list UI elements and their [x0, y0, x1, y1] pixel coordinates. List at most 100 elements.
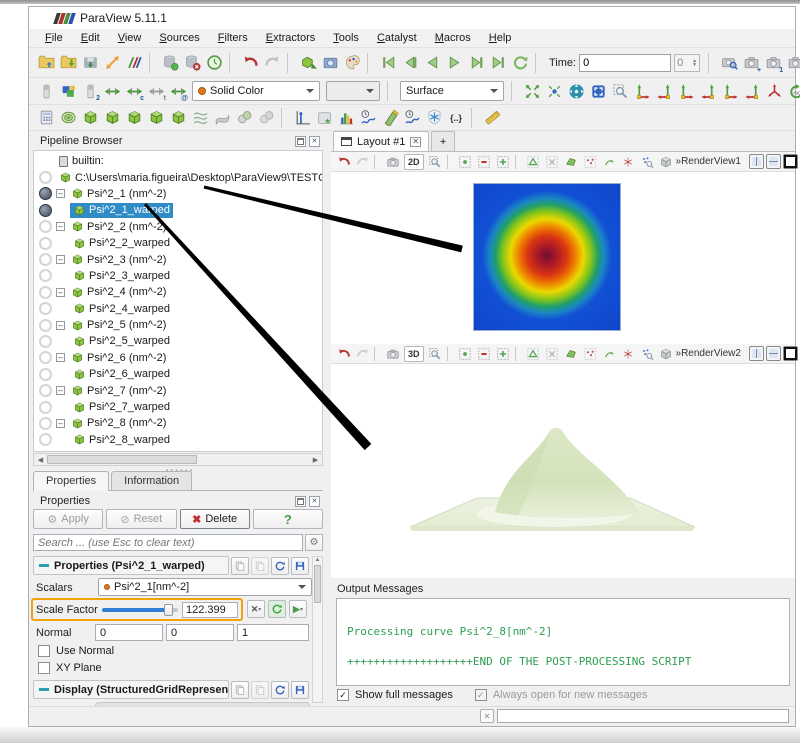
- split-vertical-button[interactable]: [766, 346, 781, 361]
- set-view-plus-z-icon[interactable]: [719, 80, 741, 102]
- grow-selection-icon[interactable]: [657, 153, 676, 171]
- rescale-to-visible-range-icon[interactable]: t: [145, 80, 167, 102]
- pipeline-item[interactable]: –Psi^2_6 (nm^-2): [34, 350, 322, 366]
- pipeline-item[interactable]: –Psi^2_1 (nm^-2): [34, 186, 322, 202]
- renderview-name-menu[interactable]: »RenderView1: [676, 156, 741, 167]
- camera-2-icon[interactable]: 2: [784, 52, 800, 74]
- scroll-left-icon[interactable]: ◀: [34, 454, 47, 465]
- plot-selection-over-time-filter-icon[interactable]: [401, 107, 423, 129]
- pipeline-item[interactable]: –Psi^2_4 (nm^-2): [34, 284, 322, 300]
- set-view-plus-x-icon[interactable]: [631, 80, 653, 102]
- rotate-90-clockwise-icon[interactable]: [785, 80, 800, 102]
- xy-plane-checkbox[interactable]: [38, 662, 50, 674]
- hover-cells-icon[interactable]: [619, 345, 638, 363]
- undock-icon[interactable]: [295, 496, 306, 507]
- paste-display-button[interactable]: [251, 681, 269, 699]
- capture-screenshot-icon[interactable]: [383, 153, 402, 171]
- use-normal-checkbox[interactable]: [38, 645, 50, 657]
- group-datasets-filter-icon[interactable]: [233, 107, 255, 129]
- close-icon[interactable]: ✕: [309, 136, 320, 147]
- plot-on-sorted-lines-filter-icon[interactable]: [379, 107, 401, 129]
- menu-edit[interactable]: Edit: [73, 30, 108, 46]
- paste-properties-button[interactable]: [251, 557, 269, 575]
- camera-redo-icon[interactable]: [353, 153, 372, 171]
- select-points-polygon-icon[interactable]: [543, 153, 562, 171]
- visibility-off-eye-icon[interactable]: [39, 401, 52, 414]
- camera-undo-icon[interactable]: [334, 153, 353, 171]
- close-tab-icon[interactable]: ✕: [410, 137, 421, 147]
- visibility-off-eye-icon[interactable]: [39, 433, 52, 446]
- pipeline-item[interactable]: Psi^2_6_warped: [34, 366, 322, 382]
- display-section-header[interactable]: Display (StructuredGridRepresentatio: [33, 680, 229, 699]
- menu-filters[interactable]: Filters: [210, 30, 256, 46]
- time-index-spinner[interactable]: 0▲▼: [674, 54, 700, 72]
- set-view-minus-x-icon[interactable]: [653, 80, 675, 102]
- rescale-scale-factor-button[interactable]: [268, 600, 286, 618]
- zoom-out-axes-icon[interactable]: [521, 80, 543, 102]
- extract-subset-filter-icon[interactable]: [145, 107, 167, 129]
- component-combo[interactable]: [326, 81, 380, 101]
- last-frame-icon[interactable]: [487, 52, 509, 74]
- collapse-expander-icon[interactable]: –: [56, 189, 65, 198]
- pipeline-item[interactable]: Psi^2_8_warped: [34, 432, 322, 448]
- play-backward-icon[interactable]: [421, 52, 443, 74]
- menu-extractors[interactable]: Extractors: [258, 30, 324, 46]
- pipeline-item[interactable]: –Psi^2_3 (nm^-2): [34, 251, 322, 267]
- tab-layout-1[interactable]: Layout #1 ✕: [333, 131, 429, 151]
- collapse-expander-icon[interactable]: –: [56, 353, 65, 362]
- menu-sources[interactable]: Sources: [151, 30, 207, 46]
- menu-help[interactable]: Help: [481, 30, 520, 46]
- close-icon[interactable]: ✕: [309, 496, 320, 507]
- calculator-filter-icon[interactable]: [35, 107, 57, 129]
- previous-frame-icon[interactable]: [399, 52, 421, 74]
- slider-handle[interactable]: [164, 604, 173, 616]
- copy-properties-button[interactable]: [231, 557, 249, 575]
- visibility-off-eye-icon[interactable]: [39, 269, 52, 282]
- isometric-view-icon[interactable]: [763, 80, 785, 102]
- delete-button[interactable]: ✖Delete: [180, 509, 250, 529]
- split-horizontal-button[interactable]: [749, 346, 764, 361]
- scroll-right-icon[interactable]: ▶: [309, 454, 322, 465]
- tab-information[interactable]: Information: [111, 471, 192, 490]
- menu-file[interactable]: File: [37, 30, 71, 46]
- scrollbar-thumb[interactable]: [314, 565, 321, 603]
- warp-by-scalar-filter-icon[interactable]: [211, 107, 233, 129]
- stream-tracer-filter-icon[interactable]: [189, 107, 211, 129]
- pipeline-horizontal-scrollbar[interactable]: ◀ ▶: [33, 453, 323, 466]
- interactive-select-points-icon[interactable]: [600, 345, 619, 363]
- scalars-combo[interactable]: Psi^2_1[nm^-2]: [98, 578, 312, 596]
- select-cells-on-icon[interactable]: [456, 345, 475, 363]
- split-vertical-button[interactable]: [766, 154, 781, 169]
- visibility-off-eye-icon[interactable]: [39, 171, 52, 184]
- show-full-messages-checkbox[interactable]: ✓: [337, 689, 349, 701]
- save-file-icon[interactable]: [57, 52, 79, 74]
- properties-vertical-scrollbar[interactable]: ▲: [312, 556, 323, 703]
- reset-camera-closest-icon[interactable]: [587, 80, 609, 102]
- connect-server-icon[interactable]: [159, 52, 181, 74]
- loop-animation-icon[interactable]: [509, 52, 531, 74]
- search-input[interactable]: [33, 534, 303, 551]
- plot-over-line-filter-icon[interactable]: [291, 107, 313, 129]
- pipeline-item[interactable]: Psi^2_1_warped: [34, 202, 322, 218]
- select-points-polygon-icon[interactable]: [543, 345, 562, 363]
- capture-screenshot-icon[interactable]: [383, 345, 402, 363]
- clip-filter-icon[interactable]: [79, 107, 101, 129]
- properties-section-header[interactable]: Properties (Psi^2_1_warped): [33, 556, 229, 575]
- toggle-2d-mode-button[interactable]: 2D: [404, 154, 424, 170]
- always-open-checkbox[interactable]: ✓: [475, 689, 487, 701]
- pipeline-item[interactable]: Psi^2_2_warped: [34, 235, 322, 251]
- select-cells-polygon-icon[interactable]: [524, 345, 543, 363]
- visibility-off-eye-icon[interactable]: [39, 368, 52, 381]
- split-horizontal-button[interactable]: [749, 154, 764, 169]
- disconnect-server-icon[interactable]: [181, 52, 203, 74]
- reset-to-default-button[interactable]: ✕▾: [247, 600, 265, 618]
- time-input[interactable]: [579, 54, 671, 72]
- collapse-expander-icon[interactable]: –: [56, 222, 65, 231]
- load-state-icon[interactable]: [101, 52, 123, 74]
- toggle-color-legend-icon[interactable]: [35, 80, 57, 102]
- redo-icon[interactable]: [261, 52, 283, 74]
- zoom-to-point-icon[interactable]: [543, 80, 565, 102]
- glyph-filter-icon[interactable]: [167, 107, 189, 129]
- plot-data-over-time-filter-icon[interactable]: [357, 107, 379, 129]
- renderview-name-menu[interactable]: »RenderView2: [676, 348, 741, 359]
